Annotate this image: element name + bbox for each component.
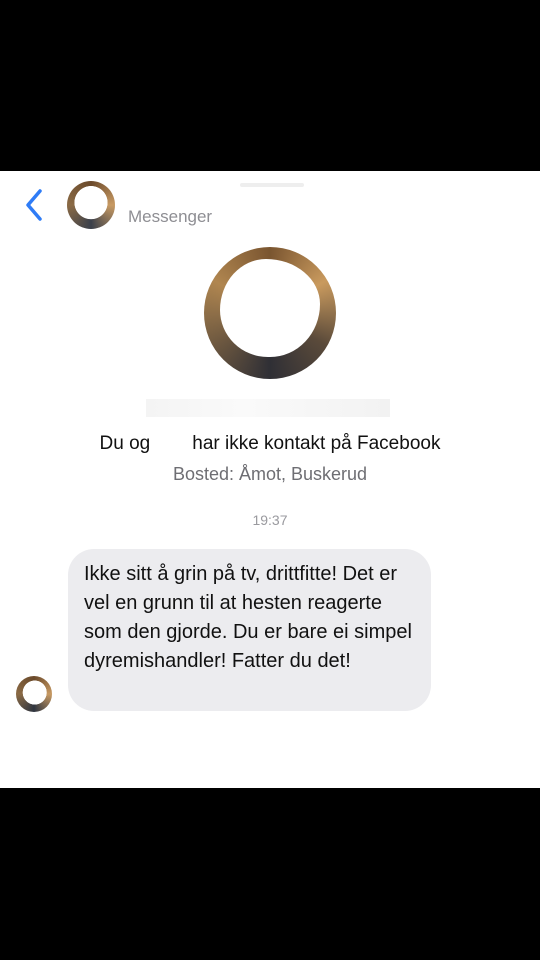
sender-avatar[interactable]	[16, 676, 52, 712]
messenger-screen: Messenger Du og har ikke kontakt på Faceb…	[0, 171, 540, 788]
back-button[interactable]	[20, 187, 50, 223]
contact-status: Du og har ikke kontakt på Facebook	[0, 433, 540, 455]
profile-location: Bosted: Åmot, Buskerud	[172, 464, 368, 484]
header-subtitle: Messenger	[128, 207, 213, 226]
header-name-redacted	[240, 183, 304, 187]
profile-name-redacted	[146, 399, 390, 417]
header-avatar[interactable]	[67, 181, 115, 229]
contact-status-suffix: har ikke kontakt på Facebook	[192, 433, 441, 454]
avatar-redaction	[220, 259, 320, 357]
message-timestamp: 19:37	[252, 512, 288, 528]
chevron-left-icon	[26, 189, 42, 221]
profile-avatar[interactable]	[204, 247, 336, 379]
message-bubble[interactable]: Ikke sitt å grin på tv, drittfitte! Det …	[68, 549, 431, 711]
contact-status-prefix: Du og	[99, 433, 151, 454]
